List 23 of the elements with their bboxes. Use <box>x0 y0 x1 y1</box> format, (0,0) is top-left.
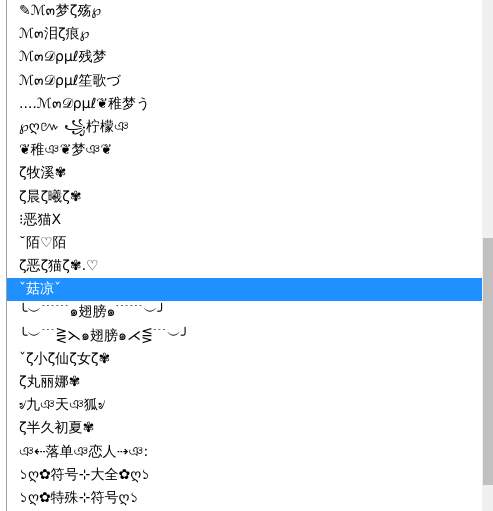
list-option[interactable]: ζ恶ζ猫ζ✾.♡ <box>7 255 482 278</box>
list-option[interactable]: ˘陌♡陌 <box>7 232 482 256</box>
list-option[interactable]: ℳ๓𝒟ρμℓ残梦 <box>7 46 482 70</box>
list-option[interactable]: ζ半久初夏✾ <box>7 417 482 441</box>
list-option[interactable]: ✎ℳ๓梦ζ殇℘ <box>7 0 482 24</box>
list-option[interactable]: ˇζ小ζ仙ζ女ζ✾ <box>7 348 482 371</box>
list-option[interactable]: ১ღ✿符号⊹大全✿ღ১ <box>7 464 482 487</box>
list-option[interactable]: ℳ๓𝒟ρμℓ笙歌づ <box>7 70 482 93</box>
list-option[interactable]: ζ丸丽娜✾ <box>7 371 482 394</box>
list-option[interactable]: ℳ๓泪ζ痕℘ <box>7 23 482 46</box>
list-option[interactable]: ....ℳ๓𝒟ρμℓ❦稚梦う <box>7 92 482 116</box>
list-option[interactable]: ❦稚ঞ❦梦ঞ❦ <box>7 139 482 162</box>
scrollbar-track[interactable] <box>482 0 493 511</box>
list-option[interactable]: ╰︶﹉﹉๑翅膀๑﹉﹉︶╯ <box>7 301 482 325</box>
list-option[interactable]: ১ღ✿特殊⊹符号ღ১ <box>7 486 482 510</box>
list-option[interactable]: ঞ⇠落单ঞ恋人⇢ঞ: <box>7 440 482 464</box>
list-option[interactable]: ⁝恶猫Ⅹ <box>7 208 482 232</box>
list-option[interactable]: ৶九ঞ天ঞ狐৶ <box>7 394 482 418</box>
list-option[interactable]: ζ牧溪✾ <box>7 162 482 186</box>
list-option[interactable]: ℘ღ៚ ꧁柠檬ঞ <box>7 116 482 140</box>
list-option[interactable]: ╰︶﹉⋛⋋๑翅膀๑⋌⋚﹉︶╯ <box>7 324 482 348</box>
list-option[interactable]: ζ晨ζ曦ζ✾ <box>7 186 482 209</box>
scrollbar-thumb[interactable] <box>483 238 493 485</box>
